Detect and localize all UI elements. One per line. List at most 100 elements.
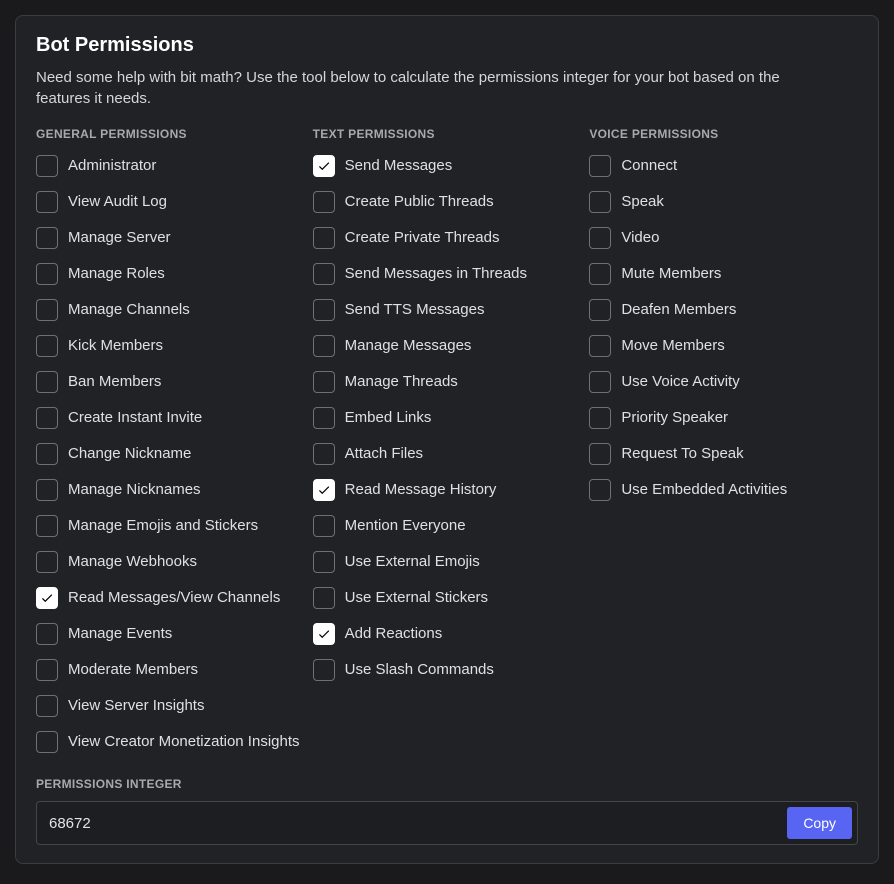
perm-manage-roles[interactable]: Manage Roles [36,263,305,285]
perm-change-nickname[interactable]: Change Nickname [36,443,305,465]
perm-manage-nicknames[interactable]: Manage Nicknames [36,479,305,501]
checkbox-video[interactable] [589,227,611,249]
perm-view-audit-log[interactable]: View Audit Log [36,191,305,213]
perm-embed-links[interactable]: Embed Links [313,407,582,429]
checkbox-add-reactions[interactable] [313,623,335,645]
checkbox-priority-speaker[interactable] [589,407,611,429]
perm-manage-server[interactable]: Manage Server [36,227,305,249]
perm-send-messages[interactable]: Send Messages [313,155,582,177]
checkbox-send-messages-in-threads[interactable] [313,263,335,285]
checkbox-create-private-threads[interactable] [313,227,335,249]
perm-label: View Server Insights [68,697,204,715]
perm-speak[interactable]: Speak [589,191,858,213]
checkbox-send-messages[interactable] [313,155,335,177]
perm-use-voice-activity[interactable]: Use Voice Activity [589,371,858,393]
checkbox-manage-emojis-and-stickers[interactable] [36,515,58,537]
perm-send-messages-in-threads[interactable]: Send Messages in Threads [313,263,582,285]
checkbox-manage-threads[interactable] [313,371,335,393]
perm-mention-everyone[interactable]: Mention Everyone [313,515,582,537]
general-permissions-header: GENERAL PERMISSIONS [36,127,305,141]
checkbox-embed-links[interactable] [313,407,335,429]
perm-manage-threads[interactable]: Manage Threads [313,371,582,393]
checkbox-manage-roles[interactable] [36,263,58,285]
checkbox-manage-nicknames[interactable] [36,479,58,501]
checkbox-view-audit-log[interactable] [36,191,58,213]
perm-label: Use Slash Commands [345,661,494,679]
perm-manage-messages[interactable]: Manage Messages [313,335,582,357]
checkbox-kick-members[interactable] [36,335,58,357]
voice-permissions-header: VOICE PERMISSIONS [589,127,858,141]
perm-view-creator-monetization-insights[interactable]: View Creator Monetization Insights [36,731,305,753]
checkbox-manage-webhooks[interactable] [36,551,58,573]
checkbox-manage-server[interactable] [36,227,58,249]
perm-ban-members[interactable]: Ban Members [36,371,305,393]
perm-use-external-emojis[interactable]: Use External Emojis [313,551,582,573]
copy-button[interactable]: Copy [787,807,852,839]
checkbox-connect[interactable] [589,155,611,177]
general-permissions-column: GENERAL PERMISSIONS Administrator View Au… [36,127,305,763]
checkbox-change-nickname[interactable] [36,443,58,465]
perm-manage-events[interactable]: Manage Events [36,623,305,645]
perm-label: Ban Members [68,373,161,391]
perm-attach-files[interactable]: Attach Files [313,443,582,465]
perm-manage-emojis-and-stickers[interactable]: Manage Emojis and Stickers [36,515,305,537]
checkbox-read-messages-view-channels[interactable] [36,587,58,609]
checkbox-deafen-members[interactable] [589,299,611,321]
checkbox-manage-channels[interactable] [36,299,58,321]
perm-label: Manage Server [68,229,171,247]
checkbox-manage-events[interactable] [36,623,58,645]
checkbox-use-external-stickers[interactable] [313,587,335,609]
checkbox-use-external-emojis[interactable] [313,551,335,573]
perm-view-server-insights[interactable]: View Server Insights [36,695,305,717]
checkbox-use-slash-commands[interactable] [313,659,335,681]
perm-create-instant-invite[interactable]: Create Instant Invite [36,407,305,429]
checkbox-attach-files[interactable] [313,443,335,465]
perm-label: Manage Webhooks [68,553,197,571]
checkbox-read-message-history[interactable] [313,479,335,501]
perm-create-public-threads[interactable]: Create Public Threads [313,191,582,213]
checkbox-create-instant-invite[interactable] [36,407,58,429]
checkbox-send-tts-messages[interactable] [313,299,335,321]
perm-administrator[interactable]: Administrator [36,155,305,177]
perm-send-tts-messages[interactable]: Send TTS Messages [313,299,582,321]
checkbox-request-to-speak[interactable] [589,443,611,465]
perm-label: Read Messages/View Channels [68,589,280,607]
checkbox-use-embedded-activities[interactable] [589,479,611,501]
perm-request-to-speak[interactable]: Request To Speak [589,443,858,465]
perm-manage-channels[interactable]: Manage Channels [36,299,305,321]
perm-label: Attach Files [345,445,423,463]
perm-connect[interactable]: Connect [589,155,858,177]
perm-label: Manage Roles [68,265,165,283]
perm-read-messages-view-channels[interactable]: Read Messages/View Channels [36,587,305,609]
checkbox-speak[interactable] [589,191,611,213]
perm-add-reactions[interactable]: Add Reactions [313,623,582,645]
perm-label: Send TTS Messages [345,301,485,319]
perm-read-message-history[interactable]: Read Message History [313,479,582,501]
perm-deafen-members[interactable]: Deafen Members [589,299,858,321]
checkbox-move-members[interactable] [589,335,611,357]
perm-move-members[interactable]: Move Members [589,335,858,357]
checkbox-view-creator-monetization-insights[interactable] [36,731,58,753]
checkbox-administrator[interactable] [36,155,58,177]
checkbox-moderate-members[interactable] [36,659,58,681]
perm-manage-webhooks[interactable]: Manage Webhooks [36,551,305,573]
perm-video[interactable]: Video [589,227,858,249]
perm-use-embedded-activities[interactable]: Use Embedded Activities [589,479,858,501]
perm-label: Kick Members [68,337,163,355]
perm-use-external-stickers[interactable]: Use External Stickers [313,587,582,609]
checkbox-manage-messages[interactable] [313,335,335,357]
perm-kick-members[interactable]: Kick Members [36,335,305,357]
checkbox-view-server-insights[interactable] [36,695,58,717]
perm-use-slash-commands[interactable]: Use Slash Commands [313,659,582,681]
perm-mute-members[interactable]: Mute Members [589,263,858,285]
checkbox-ban-members[interactable] [36,371,58,393]
perm-create-private-threads[interactable]: Create Private Threads [313,227,582,249]
checkbox-mute-members[interactable] [589,263,611,285]
perm-priority-speaker[interactable]: Priority Speaker [589,407,858,429]
perm-label: Use External Emojis [345,553,480,571]
checkbox-mention-everyone[interactable] [313,515,335,537]
perm-label: Manage Emojis and Stickers [68,517,258,535]
checkbox-create-public-threads[interactable] [313,191,335,213]
checkbox-use-voice-activity[interactable] [589,371,611,393]
perm-moderate-members[interactable]: Moderate Members [36,659,305,681]
